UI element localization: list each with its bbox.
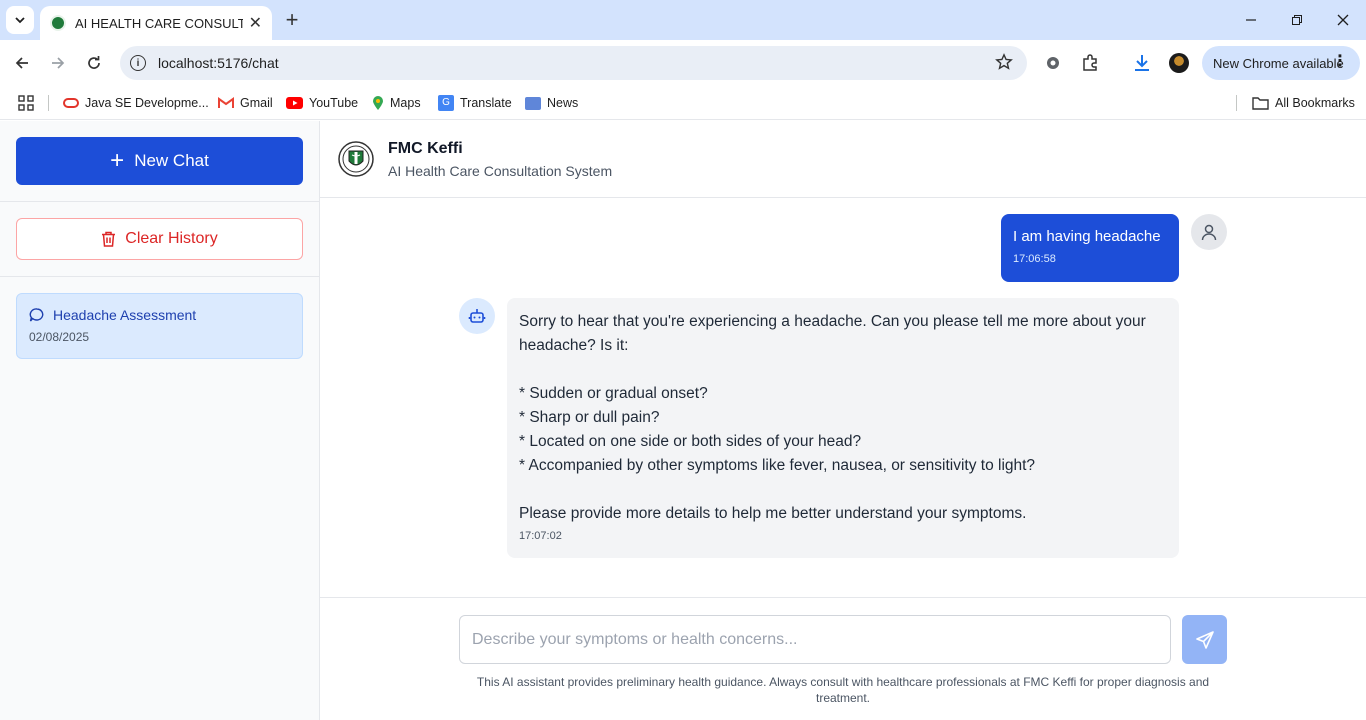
youtube-icon bbox=[286, 97, 303, 109]
app-subtitle: AI Health Care Consultation System bbox=[388, 163, 613, 179]
sidebar-divider bbox=[0, 276, 319, 277]
message-text: Sorry to hear that you're experiencing a… bbox=[519, 313, 1146, 522]
apps-grid-button[interactable] bbox=[18, 92, 34, 114]
history-item-title: Headache Assessment bbox=[53, 307, 197, 323]
restore-icon bbox=[1292, 15, 1302, 25]
bookmark-label: Translate bbox=[460, 96, 512, 110]
close-tab-icon[interactable]: ✕ bbox=[249, 13, 262, 33]
restore-button[interactable] bbox=[1274, 0, 1320, 40]
chat-bubble-icon bbox=[29, 308, 44, 322]
folder-icon bbox=[1252, 97, 1269, 110]
bookmark-label: Java SE Developme... bbox=[85, 96, 209, 110]
app-title: FMC Keffi bbox=[388, 140, 463, 157]
tab-search-button[interactable] bbox=[6, 6, 34, 34]
tab-title: AI HEALTH CARE CONSULTATIO bbox=[75, 15, 243, 31]
composer-area: This AI assistant provides preliminary h… bbox=[320, 597, 1366, 720]
user-message-bubble: I am having headache 17:06:58 bbox=[1001, 214, 1179, 282]
send-button[interactable] bbox=[1182, 615, 1227, 664]
clear-history-label: Clear History bbox=[125, 230, 218, 247]
news-icon bbox=[525, 96, 541, 110]
extensions-puzzle-icon[interactable] bbox=[1079, 52, 1101, 74]
symptoms-input[interactable] bbox=[459, 615, 1171, 664]
close-window-button[interactable] bbox=[1320, 0, 1366, 40]
bookmark-maps[interactable]: Maps bbox=[372, 92, 421, 114]
all-bookmarks-button[interactable]: All Bookmarks bbox=[1252, 92, 1355, 114]
translate-icon: G bbox=[438, 95, 454, 111]
bookmark-star-icon[interactable] bbox=[995, 53, 1013, 76]
bookmark-translate[interactable]: G Translate bbox=[438, 92, 512, 114]
message-timestamp: 17:06:58 bbox=[1013, 253, 1056, 265]
maps-pin-icon bbox=[373, 96, 383, 110]
profile-avatar[interactable] bbox=[1169, 53, 1189, 73]
new-tab-button[interactable]: + bbox=[280, 7, 304, 32]
bookmark-news[interactable]: News bbox=[525, 92, 578, 114]
disclaimer-text: This AI assistant provides preliminary h… bbox=[476, 675, 1210, 705]
chat-sidebar: + New Chat Clear History Headache Assess… bbox=[0, 121, 320, 720]
url-text: localhost:5176/chat bbox=[158, 55, 279, 71]
browser-tab-strip: AI HEALTH CARE CONSULTATIO ✕ + bbox=[0, 0, 1366, 40]
chrome-update-button[interactable]: New Chrome available ⋮ bbox=[1202, 46, 1360, 80]
bookmark-gmail[interactable]: Gmail bbox=[218, 92, 273, 114]
browser-toolbar: i localhost:5176/chat New Chrome availab… bbox=[0, 40, 1366, 86]
assistant-avatar bbox=[459, 298, 495, 334]
reload-icon bbox=[88, 56, 100, 69]
trash-icon bbox=[102, 231, 116, 247]
browser-tab-active[interactable]: AI HEALTH CARE CONSULTATIO ✕ bbox=[40, 6, 272, 40]
assistant-message-bubble: Sorry to hear that you're experiencing a… bbox=[507, 298, 1179, 558]
site-info-icon[interactable]: i bbox=[130, 55, 146, 71]
history-item-headache-assessment[interactable]: Headache Assessment 02/08/2025 bbox=[16, 293, 303, 359]
bookmark-label: YouTube bbox=[309, 96, 359, 110]
message-timestamp: 17:07:02 bbox=[519, 530, 562, 542]
site-favicon-icon bbox=[50, 15, 66, 31]
download-icon[interactable] bbox=[1131, 52, 1153, 74]
new-chat-button[interactable]: + New Chat bbox=[16, 137, 303, 185]
user-icon bbox=[1201, 224, 1217, 241]
reload-button[interactable] bbox=[79, 48, 109, 78]
close-icon bbox=[1337, 14, 1349, 26]
send-icon bbox=[1195, 630, 1214, 649]
history-item-date: 02/08/2025 bbox=[29, 330, 90, 344]
forward-button[interactable] bbox=[43, 48, 73, 78]
chrome-update-label: New Chrome available bbox=[1213, 55, 1344, 71]
arrow-left-icon bbox=[15, 57, 28, 69]
message-text: I am having headache bbox=[1013, 228, 1161, 245]
back-button[interactable] bbox=[7, 48, 37, 78]
arrow-right-icon bbox=[52, 57, 65, 69]
clear-history-button[interactable]: Clear History bbox=[16, 218, 303, 260]
chat-header: FMC Keffi AI Health Care Consultation Sy… bbox=[320, 121, 1366, 198]
bookmarks-bar: Java SE Developme... Gmail YouTube Maps … bbox=[0, 86, 1366, 120]
more-menu-icon[interactable]: ⋮ bbox=[1332, 54, 1348, 70]
all-bookmarks-label: All Bookmarks bbox=[1275, 96, 1355, 110]
oracle-icon bbox=[63, 98, 79, 108]
minimize-button[interactable] bbox=[1228, 0, 1274, 40]
fmc-keffi-logo bbox=[338, 141, 374, 177]
new-chat-label: New Chat bbox=[134, 151, 209, 170]
bookmarks-divider bbox=[48, 95, 49, 111]
chevron-down-icon bbox=[15, 17, 25, 24]
bookmark-label: News bbox=[547, 96, 579, 110]
bookmark-youtube[interactable]: YouTube bbox=[286, 92, 358, 114]
plus-icon: + bbox=[110, 147, 125, 174]
minimize-icon bbox=[1246, 19, 1256, 21]
sidebar-divider bbox=[0, 201, 319, 202]
apps-grid-icon bbox=[18, 95, 34, 111]
extension-icon[interactable] bbox=[1042, 52, 1064, 74]
user-avatar bbox=[1191, 214, 1227, 250]
gmail-icon bbox=[218, 97, 234, 108]
bookmarks-divider bbox=[1236, 95, 1237, 111]
address-bar[interactable]: i localhost:5176/chat bbox=[120, 46, 1027, 80]
bookmark-label: Maps bbox=[390, 96, 421, 110]
bookmark-java[interactable]: Java SE Developme... bbox=[63, 92, 209, 114]
bot-icon bbox=[468, 309, 486, 323]
bookmark-label: Gmail bbox=[240, 96, 273, 110]
